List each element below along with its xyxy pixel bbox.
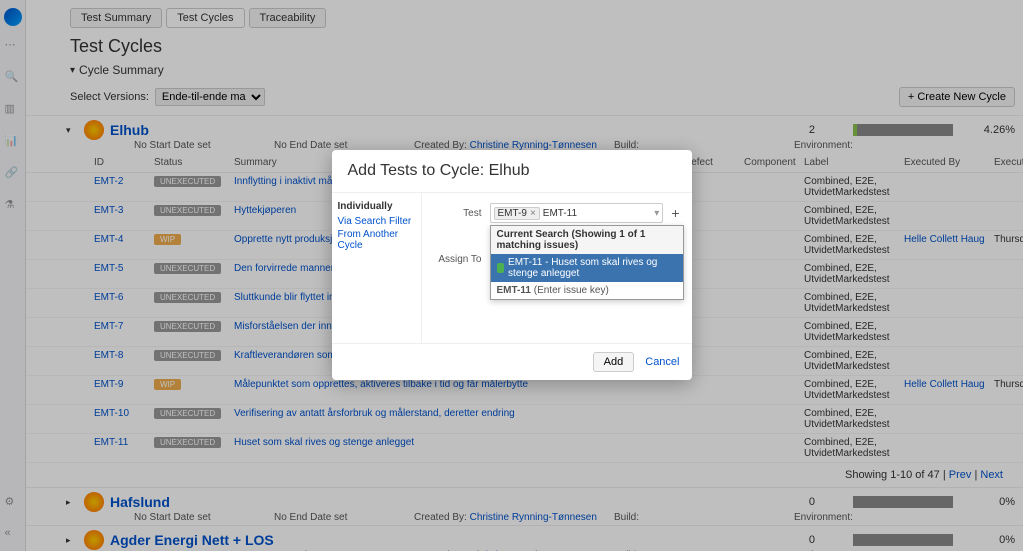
cancel-link[interactable]: Cancel: [645, 356, 679, 368]
test-dropdown: Current Search (Showing 1 of 1 matching …: [490, 225, 684, 300]
test-token-input[interactable]: EMT-9 × EMT-11 ▾: [490, 203, 664, 223]
test-label: Test: [434, 208, 482, 219]
token-remove-icon[interactable]: ×: [530, 208, 536, 219]
modal-title: Add Tests to Cycle: Elhub: [332, 150, 692, 193]
modal-footer: Add Cancel: [332, 343, 692, 380]
test-field-row: Test EMT-9 × EMT-11 ▾ + Current Search (…: [434, 203, 680, 223]
add-tests-modal: Add Tests to Cycle: Elhub Individually V…: [332, 150, 692, 380]
issue-type-icon: [497, 263, 505, 273]
test-token: EMT-9 ×: [494, 207, 540, 220]
modal-backdrop[interactable]: Add Tests to Cycle: Elhub Individually V…: [0, 0, 1023, 551]
dropdown-option-emt11[interactable]: EMT-11 - Huset som skal rives og stenge …: [491, 254, 683, 282]
test-typed-text[interactable]: EMT-11: [543, 208, 577, 219]
add-test-plus-icon[interactable]: +: [671, 205, 679, 221]
chevron-down-icon[interactable]: ▾: [654, 208, 659, 219]
modal-side-header: Individually: [338, 201, 415, 212]
add-button[interactable]: Add: [593, 352, 635, 372]
from-another-cycle-link[interactable]: From Another Cycle: [338, 229, 415, 251]
dropdown-group-header: Current Search (Showing 1 of 1 matching …: [491, 226, 683, 254]
dropdown-info[interactable]: EMT-11 (Enter issue key): [491, 282, 683, 299]
assign-label: Assign To: [434, 254, 482, 265]
via-search-filter-link[interactable]: Via Search Filter: [338, 216, 415, 227]
modal-sidebar: Individually Via Search Filter From Anot…: [332, 193, 422, 343]
